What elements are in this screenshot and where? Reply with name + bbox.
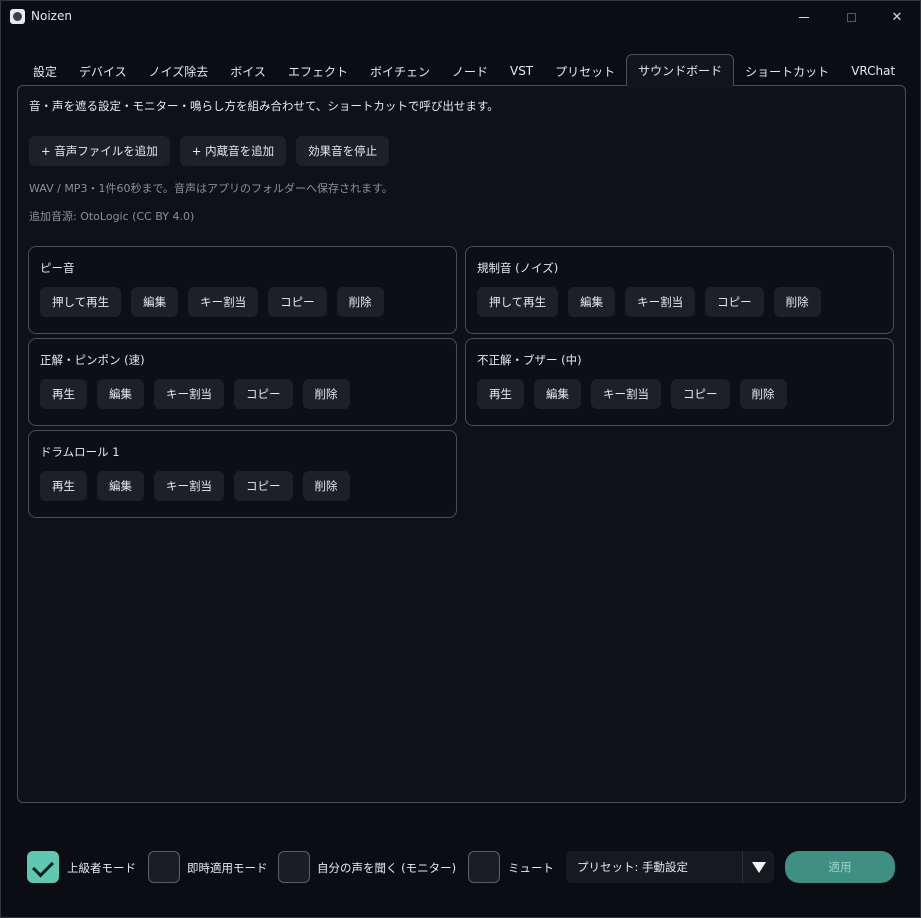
soundboard-toolbar: + 音声ファイルを追加 + 内蔵音を追加 効果音を停止: [29, 136, 390, 166]
play-button[interactable]: 再生: [477, 379, 524, 409]
sound-actions: 再生 編集 キー割当 コピー 削除: [477, 379, 787, 409]
minimize-icon: [799, 16, 809, 18]
monitor-label: 自分の声を聞く (モニター): [317, 861, 457, 875]
tab-soundboard[interactable]: サウンドボード: [626, 54, 735, 88]
sound-actions: 押して再生 編集 キー割当 コピー 削除: [477, 287, 821, 317]
sound-card: ドラムロール 1 再生 編集 キー割当 コピー 削除: [28, 430, 457, 518]
assign-key-button[interactable]: キー割当: [591, 379, 661, 409]
sound-card: 規制音 (ノイズ) 押して再生 編集 キー割当 コピー 削除: [465, 246, 894, 334]
edit-button[interactable]: 編集: [568, 287, 616, 317]
edit-button[interactable]: 編集: [97, 379, 144, 409]
advanced-mode-label: 上級者モード: [67, 861, 136, 875]
format-note: WAV / MP3・1件60秒まで。音声はアプリのフォルダーへ保存されます。: [29, 182, 393, 195]
delete-button[interactable]: 削除: [336, 287, 384, 317]
sound-actions: 押して再生 編集 キー割当 コピー 削除: [40, 287, 384, 317]
sound-card: 不正解・ブザー (中) 再生 編集 キー割当 コピー 削除: [465, 338, 894, 426]
soundboard-panel: 音・声を遮る設定・モニター・鳴らし方を組み合わせて、ショートカットで呼び出せます…: [17, 85, 906, 803]
assign-key-button[interactable]: キー割当: [154, 471, 224, 501]
tab-devices[interactable]: デバイス: [68, 56, 138, 86]
instant-apply-checkbox[interactable]: [148, 851, 180, 883]
edit-button[interactable]: 編集: [534, 379, 581, 409]
tab-noise-reduction[interactable]: ノイズ除去: [138, 56, 220, 86]
soundboard-description: 音・声を遮る設定・モニター・鳴らし方を組み合わせて、ショートカットで呼び出せます…: [29, 99, 499, 113]
sound-title: 規制音 (ノイズ): [477, 261, 559, 275]
tab-presets[interactable]: プリセット: [544, 56, 626, 86]
mute-label: ミュート: [508, 861, 554, 875]
sound-card: ピー音 押して再生 編集 キー割当 コピー 削除: [28, 246, 457, 334]
assign-key-button[interactable]: キー割当: [188, 287, 259, 317]
sound-title: ピー音: [40, 261, 75, 275]
sound-title: 正解・ピンポン (速): [40, 353, 145, 367]
tab-shortcuts[interactable]: ショートカット: [734, 56, 840, 86]
delete-button[interactable]: 削除: [773, 287, 821, 317]
footer-bar: 上級者モード 即時適用モード 自分の声を聞く (モニター) ミュート プリセット…: [27, 850, 897, 883]
tab-bar: 設定 デバイス ノイズ除去 ボイス エフェクト ボイチェン ノード VST プリ…: [22, 54, 906, 88]
add-audio-file-button[interactable]: + 音声ファイルを追加: [29, 136, 170, 166]
edit-button[interactable]: 編集: [131, 287, 179, 317]
copy-button[interactable]: コピー: [268, 287, 327, 317]
assign-key-button[interactable]: キー割当: [625, 287, 696, 317]
sound-actions: 再生 編集 キー割当 コピー 削除: [40, 379, 350, 409]
edit-button[interactable]: 編集: [97, 471, 144, 501]
instant-apply-label: 即時適用モード: [187, 861, 268, 875]
preset-selected-value: プリセット: 手動設定: [577, 860, 689, 874]
assign-key-button[interactable]: キー割当: [154, 379, 224, 409]
play-button[interactable]: 押して再生: [477, 287, 559, 317]
credit-note: 追加音源: OtoLogic (CC BY 4.0): [29, 210, 195, 223]
window-title: Noizen: [31, 9, 72, 23]
mute-checkbox[interactable]: [468, 851, 500, 883]
copy-button[interactable]: コピー: [234, 379, 293, 409]
copy-button[interactable]: コピー: [671, 379, 730, 409]
sound-title: 不正解・ブザー (中): [477, 353, 582, 367]
play-button[interactable]: 再生: [40, 471, 87, 501]
title-bar[interactable]: Noizen ✕: [1, 1, 920, 33]
play-button[interactable]: 再生: [40, 379, 87, 409]
chevron-down-icon: [751, 861, 766, 873]
tab-settings[interactable]: 設定: [22, 56, 68, 86]
close-icon: ✕: [891, 9, 903, 25]
tab-voice[interactable]: ボイス: [219, 56, 277, 86]
preset-dropdown[interactable]: プリセット: 手動設定: [566, 851, 774, 883]
delete-button[interactable]: 削除: [739, 379, 787, 409]
monitor-checkbox[interactable]: [278, 851, 310, 883]
sound-actions: 再生 編集 キー割当 コピー 削除: [40, 471, 350, 501]
add-builtin-sound-button[interactable]: + 内蔵音を追加: [179, 136, 287, 166]
advanced-mode-checkbox[interactable]: [27, 851, 59, 883]
sound-title: ドラムロール 1: [40, 445, 120, 459]
play-button[interactable]: 押して再生: [40, 287, 122, 317]
minimize-button[interactable]: [781, 1, 827, 33]
apply-button[interactable]: 適用: [785, 851, 895, 883]
app-window: Noizen ✕ 設定 デバイス ノイズ除去 ボイス エフェクト ボイチェン ノ…: [0, 0, 921, 918]
maximize-button[interactable]: [828, 1, 874, 33]
copy-button[interactable]: コピー: [705, 287, 764, 317]
stop-effects-button[interactable]: 効果音を停止: [296, 136, 390, 166]
tab-effects[interactable]: エフェクト: [277, 56, 359, 86]
copy-button[interactable]: コピー: [234, 471, 293, 501]
delete-button[interactable]: 削除: [302, 379, 350, 409]
maximize-icon: [846, 12, 856, 22]
close-button[interactable]: ✕: [874, 1, 920, 33]
tab-nodes[interactable]: ノード: [441, 56, 499, 86]
tab-voice-changer[interactable]: ボイチェン: [359, 56, 441, 86]
app-logo-icon: [10, 9, 25, 24]
dropdown-toggle[interactable]: [742, 851, 774, 883]
sound-card: 正解・ピンポン (速) 再生 編集 キー割当 コピー 削除: [28, 338, 457, 426]
tab-vst[interactable]: VST: [499, 56, 544, 86]
tab-vrchat[interactable]: VRChat: [840, 56, 906, 86]
delete-button[interactable]: 削除: [302, 471, 350, 501]
